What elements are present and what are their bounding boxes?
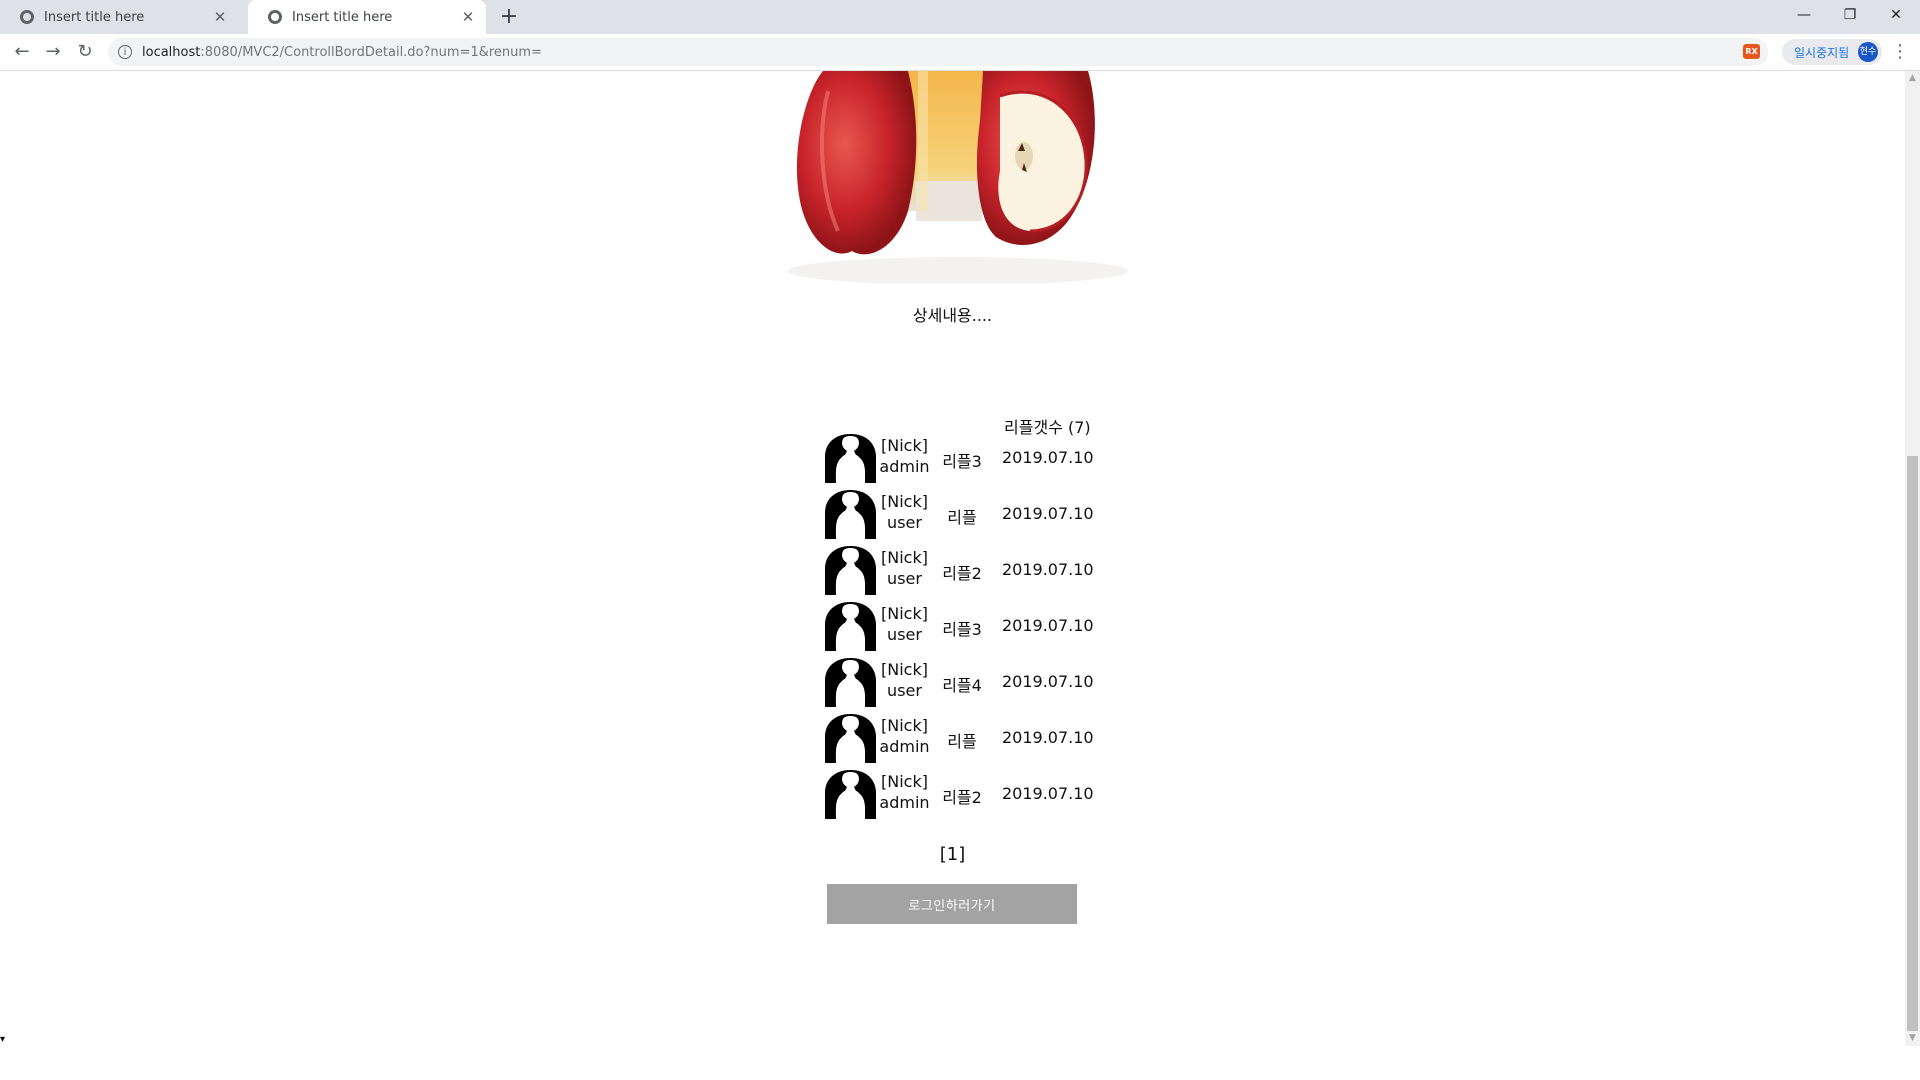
scroll-down-arrow-icon[interactable]: ▼ xyxy=(1905,1031,1920,1046)
list-item: [Nick] user 리플3 2019.07.10 xyxy=(825,601,1095,651)
reply-date: 2019.07.10 xyxy=(1002,448,1094,467)
list-item: [Nick] user 리플 2019.07.10 xyxy=(825,489,1095,539)
page-viewport: 상세내용.... 리플갯수 (7) [Nick] admin 리플3 2019.0… xyxy=(0,71,1905,1080)
reply-content: 리플3 xyxy=(942,452,982,471)
address-bar[interactable]: i localhost:8080/MVC2/ControllBordDetail… xyxy=(108,38,1768,66)
person-silhouette-icon xyxy=(825,546,876,595)
vertical-scrollbar[interactable]: ▲ ▼ xyxy=(1905,71,1920,1046)
user-id: admin xyxy=(879,737,930,756)
nick-label: [Nick] xyxy=(881,772,928,791)
browser-tab-strip: Insert title here ✕ Insert title here ✕ … xyxy=(0,0,1920,34)
person-silhouette-icon xyxy=(825,490,876,539)
detail-content: 상세내용.... xyxy=(912,306,993,325)
go-to-login-button[interactable]: 로그인하러가기 xyxy=(827,884,1077,924)
tab-active[interactable]: Insert title here ✕ xyxy=(248,0,486,34)
list-item: [Nick] user 리플4 2019.07.10 xyxy=(825,657,1095,707)
reply-author: [Nick] user xyxy=(878,603,931,645)
person-silhouette-icon xyxy=(825,770,876,819)
arrow-left-icon[interactable]: ← xyxy=(8,39,36,65)
url-host: localhost xyxy=(142,44,201,60)
close-icon[interactable]: ✕ xyxy=(212,8,228,26)
reply-author: [Nick] user xyxy=(878,547,931,589)
person-silhouette-icon xyxy=(825,714,876,763)
close-window-icon[interactable]: ✕ xyxy=(1873,0,1919,30)
user-id: user xyxy=(887,513,922,532)
scroll-up-arrow-icon[interactable]: ▲ xyxy=(1905,71,1920,86)
nick-label: [Nick] xyxy=(881,660,928,679)
tab-inactive[interactable]: Insert title here ✕ xyxy=(0,0,238,34)
reply-date: 2019.07.10 xyxy=(1002,616,1094,635)
avatar: 현수 xyxy=(1858,42,1878,62)
reply-author: [Nick] user xyxy=(878,491,931,533)
person-silhouette-icon xyxy=(825,602,876,651)
url-path: :8080/MVC2/ControllBordDetail.do?num=1&r… xyxy=(200,44,542,60)
reply-content: 리플2 xyxy=(942,564,982,583)
reply-content: 리플4 xyxy=(942,676,982,695)
person-silhouette-icon xyxy=(825,434,876,483)
user-id: user xyxy=(887,681,922,700)
tab-title: Insert title here xyxy=(44,9,145,25)
more-menu-icon[interactable]: ⋮ xyxy=(1890,40,1910,64)
nick-label: [Nick] xyxy=(881,604,928,623)
reply-date: 2019.07.10 xyxy=(1002,672,1094,691)
person-silhouette-icon xyxy=(825,658,876,707)
list-item: [Nick] admin 리플2 2019.07.10 xyxy=(825,769,1095,819)
pagination-link[interactable]: [1] xyxy=(0,844,1905,865)
list-item: [Nick] admin 리플 2019.07.10 xyxy=(825,713,1095,763)
minimize-icon[interactable]: — xyxy=(1781,0,1827,30)
product-image xyxy=(768,71,1142,283)
arrow-right-icon[interactable]: → xyxy=(39,39,67,65)
extension-icon[interactable]: RX xyxy=(1743,44,1760,59)
resize-corner-icon: ▾ xyxy=(0,1034,6,1045)
globe-icon xyxy=(268,10,282,24)
reply-author: [Nick] admin xyxy=(878,435,931,477)
reply-content: 리플 xyxy=(947,732,977,751)
user-id: admin xyxy=(879,793,930,812)
browser-toolbar: ← → ↻ i localhost:8080/MVC2/ControllBord… xyxy=(0,34,1920,71)
reply-content: 리플3 xyxy=(942,620,982,639)
nick-label: [Nick] xyxy=(881,716,928,735)
reply-author: [Nick] admin xyxy=(878,771,931,813)
reply-date: 2019.07.10 xyxy=(1002,784,1094,803)
reply-author: [Nick] user xyxy=(878,659,931,701)
info-icon[interactable]: i xyxy=(118,45,132,59)
reply-date: 2019.07.10 xyxy=(1002,728,1094,747)
tab-title: Insert title here xyxy=(292,9,393,25)
globe-icon xyxy=(20,10,34,24)
profile-label: 일시중지됨 xyxy=(1794,45,1850,60)
reply-author: [Nick] admin xyxy=(878,715,931,757)
reload-icon[interactable]: ↻ xyxy=(71,39,99,65)
list-item: [Nick] admin 리플3 2019.07.10 xyxy=(825,433,1095,483)
user-id: user xyxy=(887,569,922,588)
nick-label: [Nick] xyxy=(881,548,928,567)
restore-icon[interactable]: ❐ xyxy=(1827,0,1873,30)
user-id: user xyxy=(887,625,922,644)
close-icon[interactable]: ✕ xyxy=(460,8,476,26)
profile-button[interactable]: 일시중지됨 현수 xyxy=(1782,39,1882,65)
reply-content: 리플2 xyxy=(942,788,982,807)
user-id: admin xyxy=(879,457,930,476)
nick-label: [Nick] xyxy=(881,436,928,455)
reply-date: 2019.07.10 xyxy=(1002,560,1094,579)
new-tab-button[interactable]: + xyxy=(496,4,522,30)
nick-label: [Nick] xyxy=(881,492,928,511)
scrollbar-thumb[interactable] xyxy=(1907,456,1918,1031)
reply-date: 2019.07.10 xyxy=(1002,504,1094,523)
list-item: [Nick] user 리플2 2019.07.10 xyxy=(825,545,1095,595)
reply-content: 리플 xyxy=(947,508,977,527)
